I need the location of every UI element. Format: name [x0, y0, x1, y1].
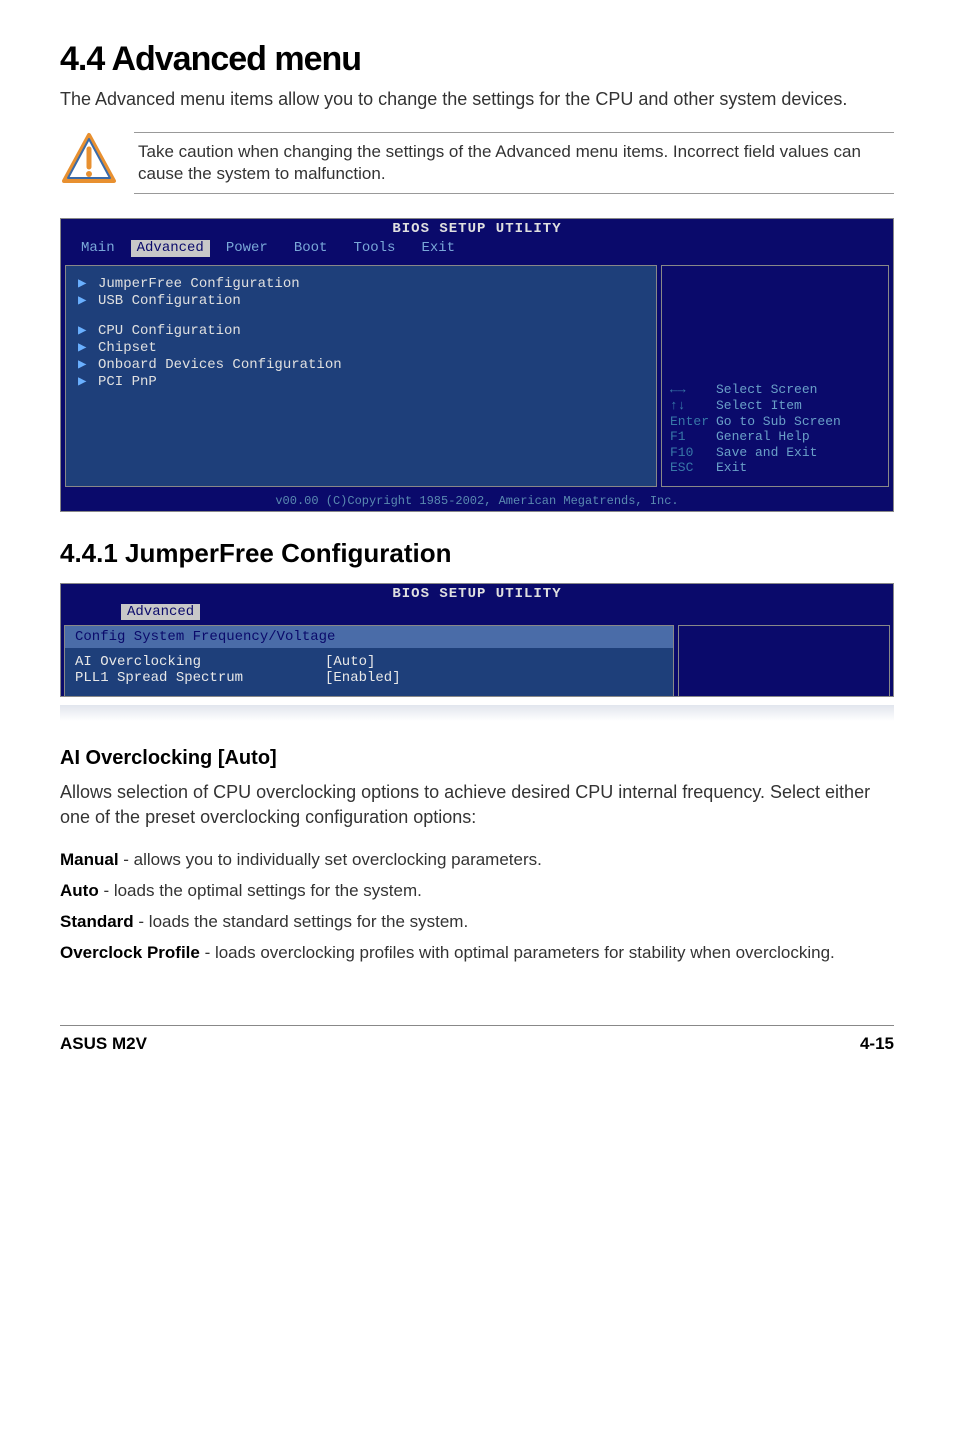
bios-side-panel: [678, 625, 890, 696]
section-heading: 4.4.1 JumperFree Configuration: [60, 538, 894, 569]
footer-product: ASUS M2V: [60, 1034, 147, 1054]
bios-title: BIOS SETUP UTILITY: [61, 584, 893, 602]
tab-advanced: Advanced: [121, 604, 200, 620]
page-footer: ASUS M2V 4-15: [60, 1025, 894, 1054]
tab-advanced: Advanced: [131, 240, 210, 257]
option-standard: Standard - loads the standard settings f…: [60, 911, 894, 934]
bios-menu-items: ▶ JumperFree Configuration ▶ USB Configura…: [65, 265, 657, 487]
triangle-right-icon: ▶: [78, 293, 90, 310]
caution-block: Take caution when changing the settings …: [60, 131, 894, 194]
menu-item: Chipset: [98, 340, 157, 357]
option-label: PLL1 Spread Spectrum: [75, 670, 325, 686]
triangle-right-icon: ▶: [78, 323, 90, 340]
menu-item: JumperFree Configuration: [98, 276, 300, 293]
menu-item: Onboard Devices Configuration: [98, 357, 342, 374]
page-title: 4.4 Advanced menu: [60, 40, 894, 79]
footer-page-number: 4-15: [860, 1034, 894, 1054]
option-value: [Enabled]: [325, 670, 401, 686]
menu-item: PCI PnP: [98, 374, 157, 391]
option-overclock-profile: Overclock Profile - loads overclocking p…: [60, 942, 894, 965]
option-description: Allows selection of CPU overclocking opt…: [60, 780, 894, 829]
option-heading: AI Overclocking [Auto]: [60, 747, 894, 770]
panel-header: Config System Frequency/Voltage: [65, 626, 673, 648]
option-label: AI Overclocking: [75, 654, 325, 670]
tab-main: Main: [71, 240, 125, 257]
config-row: PLL1 Spread Spectrum [Enabled]: [75, 670, 663, 686]
triangle-right-icon: ▶: [78, 357, 90, 374]
tab-exit: Exit: [411, 240, 465, 257]
option-auto: Auto - loads the optimal settings for th…: [60, 880, 894, 903]
option-manual: Manual - allows you to individually set …: [60, 849, 894, 872]
bios-screenshot-advanced-menu: BIOS SETUP UTILITY Main Advanced Power B…: [60, 218, 894, 512]
option-value: [Auto]: [325, 654, 375, 670]
bios-help-panel: ←→Select Screen ↑↓Select Item EnterGo to…: [661, 265, 889, 487]
bios-menu-bar: Advanced: [61, 602, 893, 622]
triangle-right-icon: ▶: [78, 374, 90, 391]
menu-item: CPU Configuration: [98, 323, 241, 340]
bios-copyright: v00.00 (C)Copyright 1985-2002, American …: [61, 491, 893, 511]
menu-item: USB Configuration: [98, 293, 241, 310]
triangle-right-icon: ▶: [78, 340, 90, 357]
config-row: AI Overclocking [Auto]: [75, 654, 663, 670]
tab-boot: Boot: [284, 240, 338, 257]
fade-gradient: [60, 705, 894, 721]
bios-menu-bar: Main Advanced Power Boot Tools Exit: [61, 238, 893, 261]
warning-icon: [60, 131, 120, 194]
bios-title: BIOS SETUP UTILITY: [61, 219, 893, 238]
caution-text: Take caution when changing the settings …: [134, 132, 894, 194]
intro-text: The Advanced menu items allow you to cha…: [60, 87, 894, 111]
triangle-right-icon: ▶: [78, 276, 90, 293]
tab-power: Power: [216, 240, 278, 257]
bios-screenshot-jumperfree: BIOS SETUP UTILITY Advanced Config Syste…: [60, 583, 894, 697]
tab-tools: Tools: [343, 240, 405, 257]
